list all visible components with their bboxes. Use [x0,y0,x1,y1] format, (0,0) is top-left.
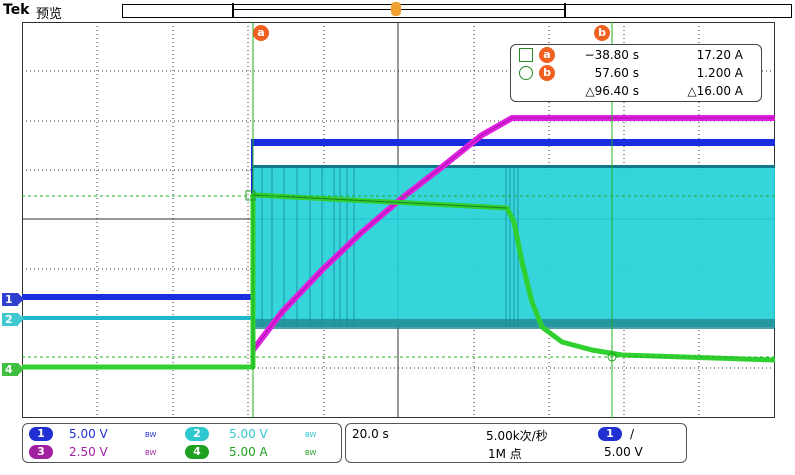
ch2-bandwidth-icon: BW [305,431,317,439]
ch3-scale[interactable]: 2.50 V [69,445,108,459]
horizontal-scale[interactable]: 20.0 s [352,427,389,441]
ch2-top-edge [253,165,775,168]
ch2-level-marker[interactable]: 2 [2,313,24,326]
timebase-panel: 20.0 s 5.00k次/秒 1M 点 1 / 5.00 V [345,423,687,463]
ch2-baseline [22,316,253,320]
ch1-level-marker[interactable]: 1 [2,293,24,306]
cursor-a-badge-small: a [539,47,555,63]
ch4-level-marker[interactable]: 4 [2,363,24,376]
acquisition-mode-label: 预览 [36,7,63,22]
cursor-a-badge[interactable]: a [253,25,269,41]
readout-a-value: 17.20 A [696,48,743,62]
readout-a-time: −38.80 s [584,48,639,62]
cursor-b-badge-small: b [539,65,555,81]
ch4-bandwidth-icon: BW [305,449,317,457]
ch1-high-level [253,139,775,146]
sample-rate: 5.00k次/秒 [486,429,548,443]
ch2-bottom-edge [253,319,775,329]
readout-b-value: 1.200 A [696,66,743,80]
trigger-slope-icon[interactable]: / [630,427,634,441]
ch4-scale[interactable]: 5.00 A [229,445,268,459]
ch3-bandwidth-icon: BW [145,449,157,457]
ch2-scale[interactable]: 5.00 V [229,427,268,441]
trigger-source-badge[interactable]: 1 [598,427,622,441]
readout-row-a: a −38.80 s 17.20 A [511,47,761,65]
bottom-status-bar: 1 5.00 V BW 2 5.00 V BW 3 2.50 V BW 4 5.… [0,420,795,475]
ch2-badge[interactable]: 2 [185,427,209,441]
readout-delta-time: △96.40 s [585,84,639,98]
readout-row-b: b 57.60 s 1.200 A [511,65,761,83]
brand-logo: Tek [3,2,30,18]
square-cursor-icon [519,48,533,62]
ch3-badge[interactable]: 3 [29,445,53,459]
channel-settings-panel: 1 5.00 V BW 2 5.00 V BW 3 2.50 V BW 4 5.… [22,423,342,463]
ch1-badge[interactable]: 1 [29,427,53,441]
ch1-low-level [22,294,253,300]
ch1-scale[interactable]: 5.00 V [69,427,108,441]
cursor-b-badge[interactable]: b [594,25,610,41]
readout-b-time: 57.60 s [594,66,639,80]
circle-cursor-icon [519,66,533,80]
top-status-bar: Tek 预览 [0,0,795,22]
ch4-badge[interactable]: 4 [185,445,209,459]
trigger-level[interactable]: 5.00 V [604,445,643,459]
readout-row-delta: △96.40 s △16.00 A [511,83,761,101]
ch1-bandwidth-icon: BW [145,431,157,439]
trigger-position-marker[interactable] [391,2,401,16]
record-length: 1M 点 [488,447,522,461]
readout-delta-value: △16.00 A [687,84,743,98]
cursor-readout-panel: a −38.80 s 17.20 A b 57.60 s 1.200 A △96… [510,44,762,102]
